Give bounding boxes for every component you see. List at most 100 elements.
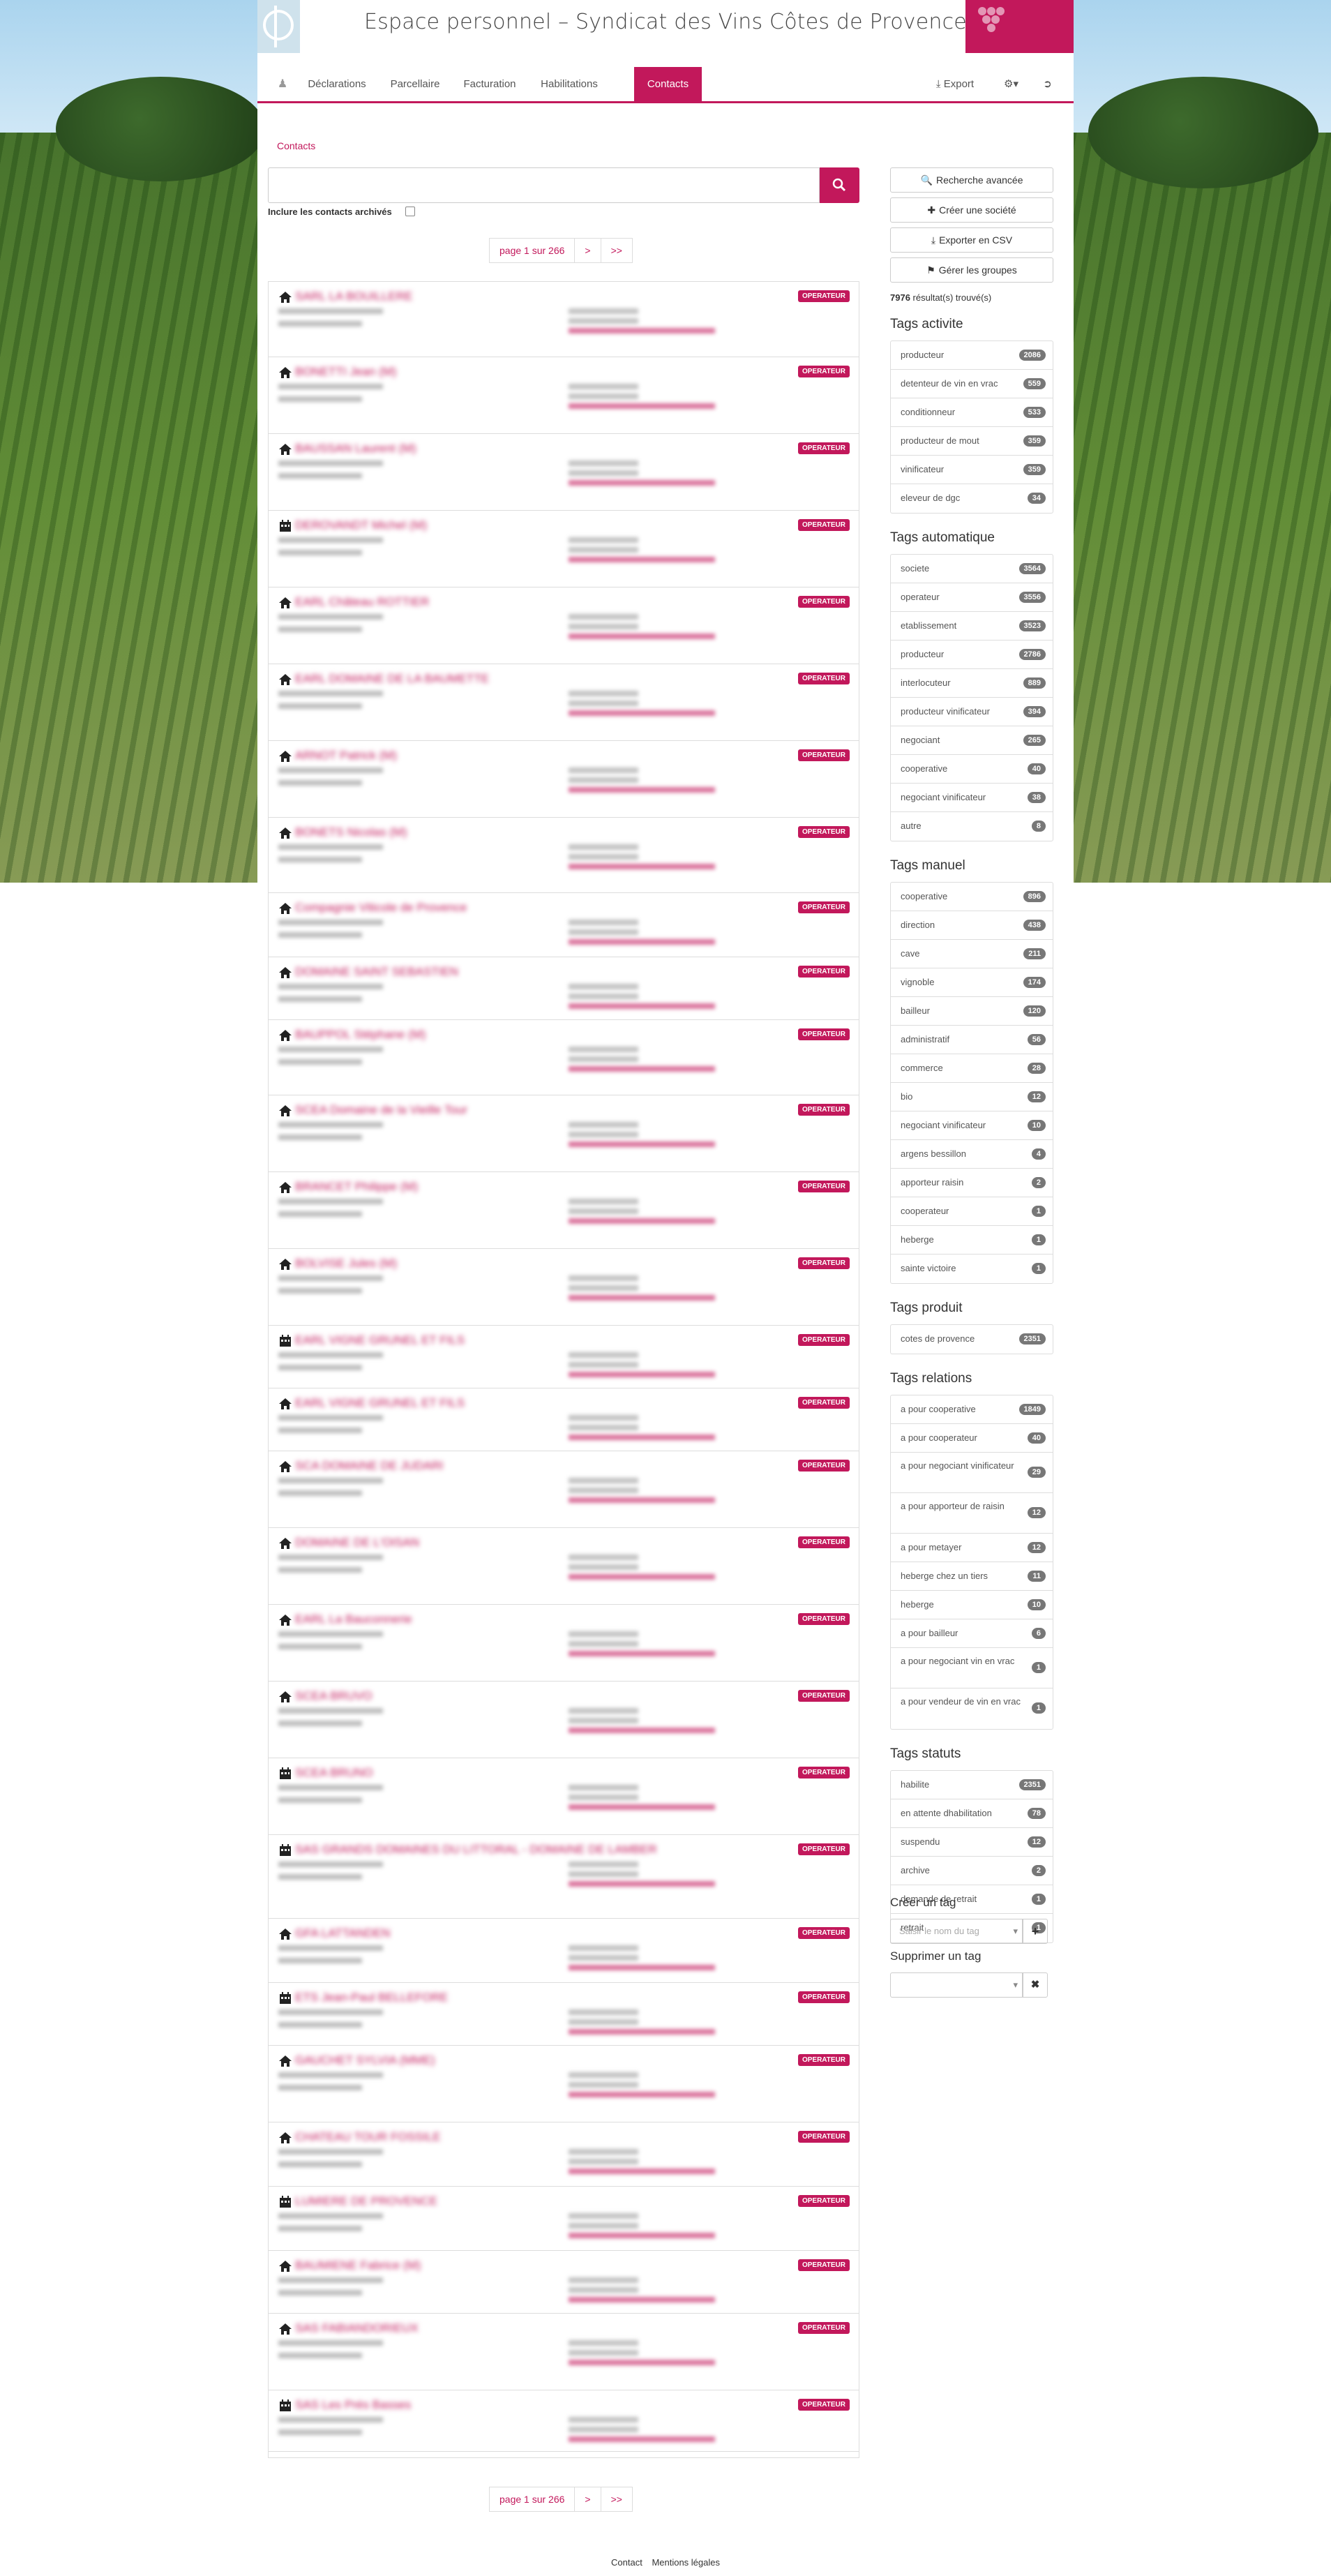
contact-name[interactable]: LUMIERE DE PROVENCE [295, 2194, 437, 2208]
contact-name[interactable]: EARL La Bauconnerie [295, 1612, 412, 1626]
contact-name[interactable]: BONETS Nicolas (M) [295, 825, 407, 839]
contact-row[interactable]: GAUCHET SYLVIA (MME) OPERATEUR [269, 2046, 859, 2122]
tag-item[interactable]: a pour cooperative 1849 [891, 1395, 1053, 1424]
page-indicator[interactable]: page 1 sur 266 [489, 238, 576, 263]
user-icon[interactable]: ♟ [272, 67, 293, 101]
contact-row[interactable]: SAS GRANDS DOMAINES DU LITTORAL - DOMAIN… [269, 1835, 859, 1919]
tag-item[interactable]: cooperative 896 [891, 883, 1053, 911]
contact-name[interactable]: SAS GRANDS DOMAINES DU LITTORAL - DOMAIN… [295, 1843, 657, 1857]
search-button[interactable] [820, 167, 859, 203]
tag-item[interactable]: a pour negociant vin en vrac 1 [891, 1648, 1053, 1688]
tag-item[interactable]: administratif 56 [891, 1026, 1053, 1054]
tag-item[interactable]: autre 8 [891, 812, 1053, 841]
contact-row[interactable]: EARL Château ROTTIER OPERATEUR [269, 587, 859, 664]
contact-row[interactable]: BAUSSAN Laurent (M) OPERATEUR [269, 434, 859, 511]
tag-item[interactable]: sainte victoire 1 [891, 1255, 1053, 1283]
next-page-button[interactable]: > [574, 2487, 601, 2512]
tag-item[interactable]: argens bessillon 4 [891, 1140, 1053, 1169]
logout-button[interactable]: ➲ [1032, 67, 1063, 101]
manage-groups-button[interactable]: ⚑ Gérer les groupes [890, 257, 1053, 283]
contact-name[interactable]: BAUSSAN Laurent (M) [295, 442, 416, 456]
tag-item[interactable]: vinificateur 359 [891, 456, 1053, 484]
contact-name[interactable]: SCEA BRUVO [295, 1689, 373, 1703]
tag-item[interactable]: producteur 2086 [891, 341, 1053, 370]
contact-row[interactable]: BRANCET Philippe (M) OPERATEUR [269, 1172, 859, 1249]
contact-name[interactable]: BAUPPOL Stéphane (M) [295, 1028, 426, 1042]
contact-row[interactable]: BONETTI Jean (M) OPERATEUR [269, 357, 859, 434]
contact-row[interactable]: SAS FABIANDORIEUX OPERATEUR [269, 2314, 859, 2390]
tag-item[interactable]: heberge 10 [891, 1591, 1053, 1619]
contact-row[interactable]: LUMIERE DE PROVENCE OPERATEUR [269, 2187, 859, 2251]
tag-item[interactable]: societe 3564 [891, 555, 1053, 583]
contact-row[interactable]: BAUPPOL Stéphane (M) OPERATEUR [269, 1020, 859, 1095]
tag-item[interactable]: cooperateur 1 [891, 1197, 1053, 1226]
footer-contact-link[interactable]: Contact [611, 2557, 642, 2568]
tag-item[interactable]: suspendu 12 [891, 1828, 1053, 1857]
settings-menu[interactable]: ⚙▾ [995, 67, 1027, 101]
contact-row[interactable]: Compagnie Viticole de Provence OPERATEUR [269, 893, 859, 957]
tag-item[interactable]: a pour metayer 12 [891, 1534, 1053, 1562]
contact-name[interactable]: BAUMIENE Fabrice (M) [295, 2259, 421, 2272]
tag-item[interactable]: producteur vinificateur 394 [891, 698, 1053, 726]
contact-name[interactable]: BOLVISE Jules (M) [295, 1257, 397, 1271]
contact-row[interactable]: SARL LA BOUILLERE OPERATEUR [269, 282, 859, 357]
contact-name[interactable]: ARNOT Patrick (M) [295, 749, 397, 763]
contact-name[interactable]: EARL Château ROTTIER [295, 595, 429, 609]
tag-item[interactable]: producteur de mout 359 [891, 427, 1053, 456]
contact-name[interactable]: EARL VIGNE GRUNEL ET FILS [295, 1396, 465, 1410]
contact-name[interactable]: DOMAINE DE L'OISAN [295, 1536, 419, 1550]
nav-habilitations[interactable]: Habilitations [531, 67, 608, 101]
tag-item[interactable]: interlocuteur 889 [891, 669, 1053, 698]
contact-row[interactable]: EARL VIGNE GRUNEL ET FILS OPERATEUR [269, 1326, 859, 1388]
contact-name[interactable]: CHATEAU TOUR FOSSILE [295, 2130, 441, 2144]
tag-item[interactable]: a pour cooperateur 40 [891, 1424, 1053, 1453]
create-company-button[interactable]: ✚ Créer une société [890, 197, 1053, 223]
breadcrumb[interactable]: Contacts [277, 140, 315, 151]
last-page-button[interactable]: >> [600, 2487, 633, 2512]
export-csv-button[interactable]: ⤓ Exporter en CSV [890, 227, 1053, 253]
contact-name[interactable]: GAUCHET SYLVIA (MME) [295, 2053, 435, 2067]
contact-row[interactable]: BOLVISE Jules (M) OPERATEUR [269, 1249, 859, 1326]
contact-name[interactable]: SAS FABIANDORIEUX [295, 2321, 419, 2335]
contact-row[interactable]: DEROVANDT Michel (M) OPERATEUR [269, 511, 859, 587]
contact-row[interactable]: GFA LATTANDEN OPERATEUR [269, 1919, 859, 1983]
contact-row[interactable]: CHATEAU TOUR FOSSILE OPERATEUR [269, 2122, 859, 2187]
tag-item[interactable]: etablissement 3523 [891, 612, 1053, 641]
contact-row[interactable]: ARNOT Patrick (M) OPERATEUR [269, 741, 859, 818]
export-menu[interactable]: ⤓ Export [924, 67, 986, 101]
delete-tag-button[interactable]: ✖ [1023, 1972, 1048, 1998]
tag-item[interactable]: detenteur de vin en vrac 559 [891, 370, 1053, 398]
contact-name[interactable]: SARL LA BOUILLERE [295, 290, 413, 304]
archive-checkbox[interactable] [405, 207, 415, 216]
contact-row[interactable]: BONETS Nicolas (M) OPERATEUR [269, 818, 859, 893]
contact-name[interactable]: DOMAINE SAINT SEBASTIEN [295, 965, 458, 979]
nav-contacts[interactable]: Contacts [634, 67, 702, 101]
tag-item[interactable]: cotes de provence 2351 [891, 1325, 1053, 1354]
next-page-button[interactable]: > [574, 238, 601, 263]
contact-row[interactable]: DOMAINE SAINT SEBASTIEN OPERATEUR [269, 957, 859, 1020]
tag-item[interactable]: a pour apporteur de raisin 12 [891, 1493, 1053, 1534]
tag-item[interactable]: cooperative 40 [891, 755, 1053, 784]
tag-item[interactable]: heberge chez un tiers 11 [891, 1562, 1053, 1591]
contact-name[interactable]: SCA DOMAINE DE JUDARI [295, 1459, 444, 1473]
contact-row[interactable]: SCEA Domaine de la Vieille Tour OPERATEUR [269, 1095, 859, 1172]
contact-name[interactable]: ETS Jean-Paul BELLEFORE [295, 1991, 448, 2005]
contact-row[interactable]: DOMAINE DE L'OISAN OPERATEUR [269, 1528, 859, 1605]
tag-item[interactable]: a pour vendeur de vin en vrac 1 [891, 1688, 1053, 1729]
tag-item[interactable]: bailleur 120 [891, 997, 1053, 1026]
nav-declarations[interactable]: Déclarations [299, 67, 375, 101]
tag-item[interactable]: producteur 2786 [891, 641, 1053, 669]
contact-row[interactable]: BAUMIENE Fabrice (M) OPERATEUR [269, 2251, 859, 2314]
tag-item[interactable]: habilite 2351 [891, 1771, 1053, 1799]
nav-facturation[interactable]: Facturation [455, 67, 525, 101]
contact-name[interactable]: EARL DOMAINE DE LA BAUMETTE [295, 672, 489, 686]
tag-item[interactable]: en attente dhabilitation 78 [891, 1799, 1053, 1828]
tag-item[interactable]: a pour bailleur 6 [891, 1619, 1053, 1648]
contact-row[interactable]: EARL DOMAINE DE LA BAUMETTE OPERATEUR [269, 664, 859, 741]
create-tag-input[interactable]: Saisir le nom du tag ▾ [890, 1919, 1023, 1944]
contact-row[interactable]: EARL VIGNE GRUNEL ET FILS OPERATEUR [269, 1388, 859, 1451]
contact-row[interactable]: SCA DOMAINE DE JUDARI OPERATEUR [269, 1451, 859, 1528]
tag-item[interactable]: conditionneur 533 [891, 398, 1053, 427]
tag-item[interactable]: a pour negociant vinificateur 29 [891, 1453, 1053, 1493]
tag-item[interactable]: apporteur raisin 2 [891, 1169, 1053, 1197]
